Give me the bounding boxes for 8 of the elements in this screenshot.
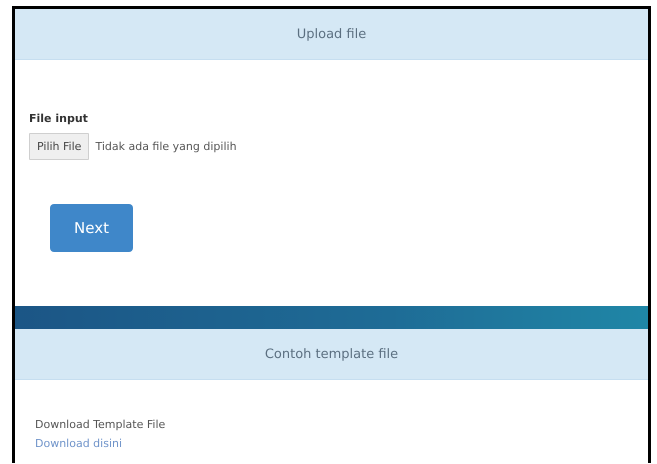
panel-title: Upload file (296, 26, 366, 42)
field-label: File input (29, 112, 89, 125)
download-link[interactable]: Download disini (35, 437, 122, 450)
next-button[interactable]: Next (50, 204, 133, 252)
file-status-text: Tidak ada file yang dipilih (95, 140, 237, 153)
download-label: Download Template File (35, 418, 166, 431)
choose-file-button[interactable]: Pilih File (29, 133, 90, 160)
panel-title: Contoh template file (264, 346, 398, 362)
